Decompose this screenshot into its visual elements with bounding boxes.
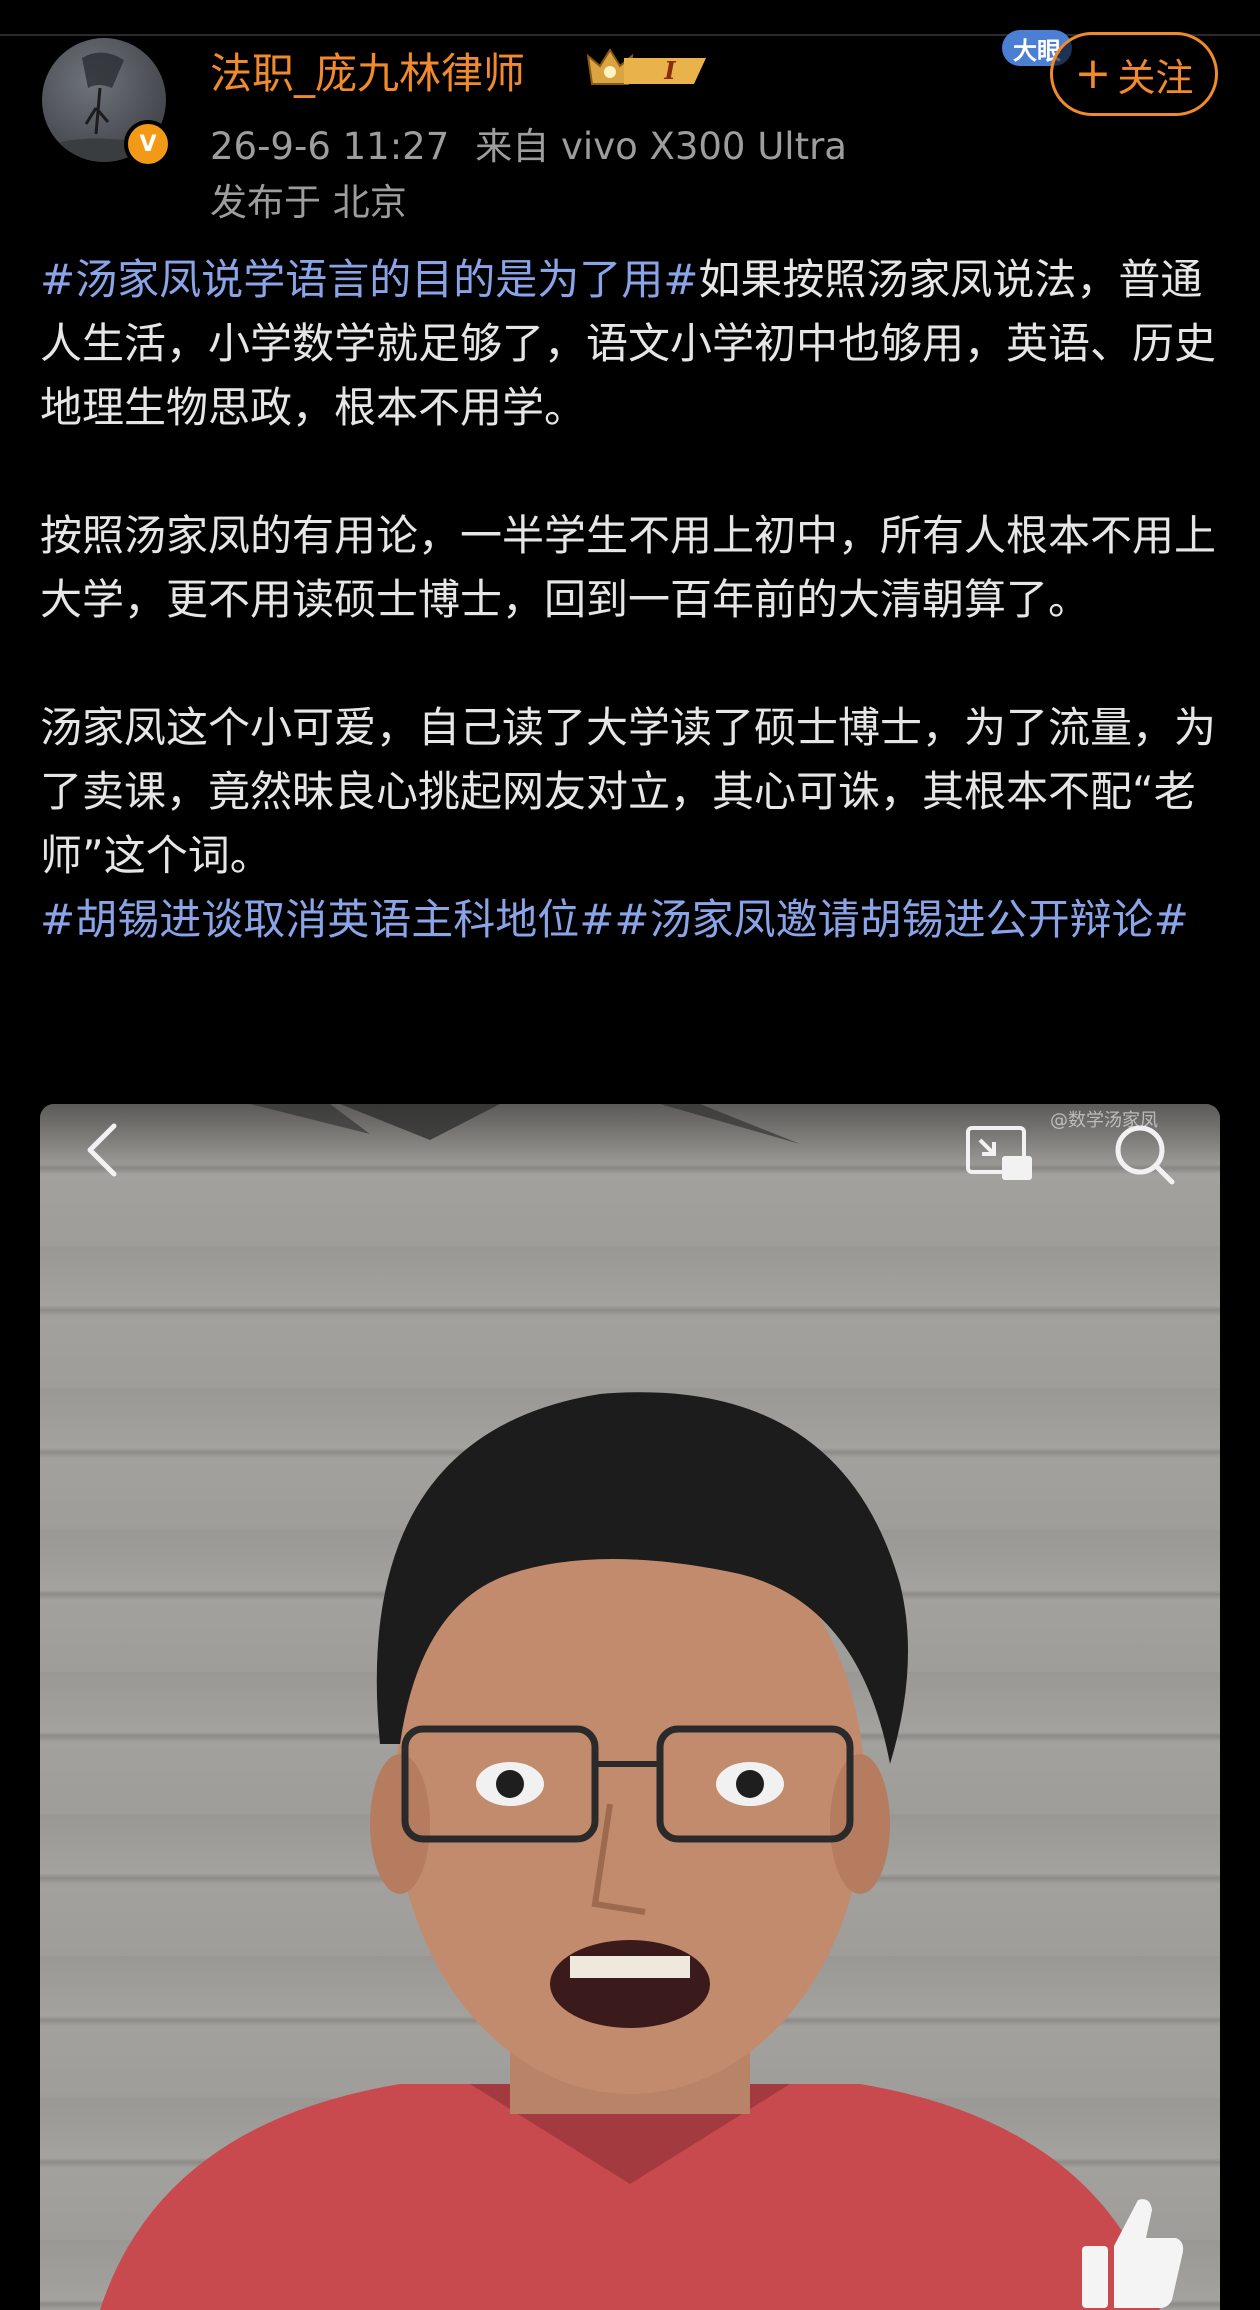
verified-badge-icon: V <box>124 120 172 168</box>
follow-label: 关注 <box>1117 55 1194 100</box>
paragraph-3: 汤家凤这个小可爱，自己读了大学读了硕士博士，为了流量，为了卖课，竟然昧良心挑起网… <box>40 703 1217 880</box>
author-name[interactable]: 法职_庞九林律师 <box>210 40 525 101</box>
post-datetime: 26-9-6 11:27 <box>210 125 450 168</box>
search-icon[interactable] <box>1110 1122 1178 1186</box>
like-icon[interactable] <box>1076 2190 1186 2310</box>
paragraph-2: 按照汤家凤的有用论，一半学生不用上初中，所有人根本不用上大学，更不用读硕士博士，… <box>40 511 1217 624</box>
follow-button[interactable]: + 关注 <box>1050 32 1218 116</box>
post-location: 发布于 北京 <box>210 181 407 224</box>
hashtag-link[interactable]: #胡锡进谈取消英语主科地位# <box>40 895 614 944</box>
post-source: 来自 vivo X300 Ultra <box>475 125 847 168</box>
picture-in-picture-icon[interactable] <box>964 1124 1036 1184</box>
video-media[interactable]: @数学汤家凤 <box>40 1104 1220 2310</box>
post-meta: 26-9-6 11:27 来自 vivo X300 Ultra <box>210 116 847 170</box>
level-crown-badge-icon: I <box>586 48 706 85</box>
hashtag-link[interactable]: #汤家凤邀请胡锡进公开辩论# <box>614 895 1188 944</box>
post-body: #汤家凤说学语言的目的是为了用#如果按照汤家凤说法，普通人生活，小学数学就足够了… <box>40 248 1230 952</box>
back-icon[interactable] <box>80 1120 124 1180</box>
hashtag-link[interactable]: #汤家凤说学语言的目的是为了用# <box>40 255 698 304</box>
level-number: I <box>663 56 676 85</box>
status-bar-divider <box>0 0 1260 36</box>
plus-icon: + <box>1074 48 1112 99</box>
paragraph-1: #汤家凤说学语言的目的是为了用#如果按照汤家凤说法，普通人生活，小学数学就足够了… <box>40 248 1230 440</box>
avatar[interactable]: V <box>42 38 172 168</box>
hashtag-line: #胡锡进谈取消英语主科地位##汤家凤邀请胡锡进公开辩论# <box>40 888 1230 952</box>
video-frame-person <box>100 1104 1160 2310</box>
